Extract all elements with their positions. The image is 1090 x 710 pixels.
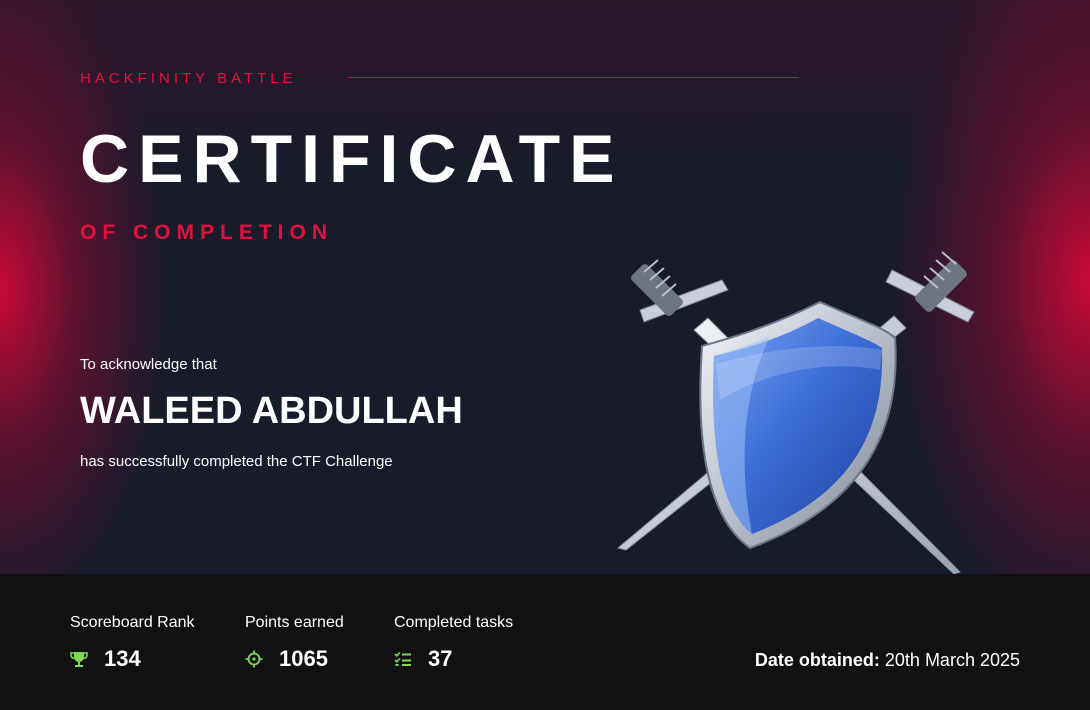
certificate-subtitle: OF COMPLETION <box>80 221 333 244</box>
eyebrow-divider <box>348 77 799 78</box>
stat-label: Completed tasks <box>394 614 514 631</box>
crosshair-icon <box>245 650 263 668</box>
stat-value: 134 <box>104 646 141 671</box>
certificate-panel: HACKFINITY BATTLE CERTIFICATE OF COMPLET… <box>0 0 1090 574</box>
stat-value: 1065 <box>279 646 328 671</box>
trophy-icon <box>70 650 88 668</box>
certificate-title: CERTIFICATE <box>80 121 624 197</box>
stats-footer: Scoreboard Rank 134 Points earned 1065 C… <box>0 574 1090 710</box>
completion-text: has successfully completed the CTF Chall… <box>80 453 393 470</box>
checklist-icon <box>394 650 412 668</box>
stat-points-earned: Points earned 1065 <box>245 614 344 672</box>
date-label: Date obtained: <box>754 650 880 670</box>
stat-completed-tasks: Completed tasks 37 <box>394 614 513 672</box>
stat-value: 37 <box>428 646 453 671</box>
shield <box>699 300 897 550</box>
stat-scoreboard-rank: Scoreboard Rank 134 <box>70 614 195 672</box>
shield-swords-emblem <box>616 251 975 574</box>
date-obtained: Date obtained: 20th March 2025 <box>755 650 1020 671</box>
stat-label: Points earned <box>245 614 344 631</box>
stat-label: Scoreboard Rank <box>70 614 195 631</box>
acknowledge-text: To acknowledge that <box>80 356 217 373</box>
recipient-name: WALEED ABDULLAH <box>80 390 463 432</box>
event-name: HACKFINITY BATTLE <box>80 70 297 87</box>
date-value: 20th March 2025 <box>884 650 1020 670</box>
